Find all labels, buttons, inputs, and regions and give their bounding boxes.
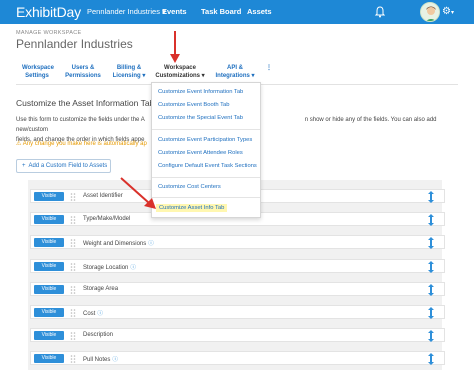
reorder-arrows-icon[interactable] bbox=[427, 261, 435, 273]
info-icon[interactable]: ⓘ bbox=[130, 265, 136, 271]
tab-workspace-customizations[interactable]: Workspace Customizations ▾ bbox=[155, 64, 205, 80]
field-label: Pull Notes ⓘ bbox=[83, 357, 118, 363]
menu-divider bbox=[152, 129, 260, 130]
app-logo[interactable]: ExhibitDay bbox=[16, 4, 81, 20]
drag-handle-icon[interactable] bbox=[70, 332, 76, 340]
field-row: Visible Pull Notes ⓘ bbox=[30, 351, 445, 365]
visibility-toggle[interactable]: Visible bbox=[34, 215, 64, 224]
drag-handle-icon[interactable] bbox=[70, 309, 76, 317]
plus-icon: + bbox=[22, 163, 26, 169]
field-row: Visible Cost ⓘ bbox=[30, 305, 445, 319]
warning-message: ⚠ Any change you make here is automatica… bbox=[16, 141, 147, 147]
menu-item-cost-centers[interactable]: Customize Cost Centers bbox=[158, 184, 221, 190]
section-title: Customize the Asset Information Tab bbox=[16, 98, 155, 108]
reorder-arrows-icon[interactable] bbox=[427, 353, 435, 365]
visibility-toggle[interactable]: Visible bbox=[34, 354, 64, 363]
menu-divider bbox=[152, 177, 260, 178]
visibility-toggle[interactable]: Visible bbox=[34, 308, 64, 317]
top-navbar: ExhibitDay Pennlander Industries ▾ Event… bbox=[0, 0, 474, 24]
visibility-toggle[interactable]: Visible bbox=[34, 192, 64, 201]
page-title: Pennlander Industries bbox=[16, 37, 133, 51]
reorder-arrows-icon[interactable] bbox=[427, 191, 435, 203]
drag-handle-icon[interactable] bbox=[70, 263, 76, 271]
reorder-arrows-icon[interactable] bbox=[427, 330, 435, 342]
visibility-toggle[interactable]: Visible bbox=[34, 238, 64, 247]
field-label: Storage Area bbox=[83, 286, 119, 292]
reorder-arrows-icon[interactable] bbox=[427, 237, 435, 249]
drag-handle-icon[interactable] bbox=[70, 193, 76, 201]
menu-item-event-info-tab[interactable]: Customize Event Information Tab bbox=[158, 89, 243, 95]
add-custom-field-button[interactable]: + Add a Custom Field to Assets bbox=[16, 159, 111, 173]
field-label: Asset Identifier bbox=[83, 193, 123, 199]
field-row: Visible Storage Area bbox=[30, 282, 445, 296]
user-avatar[interactable] bbox=[420, 2, 440, 22]
org-selector-label: Pennlander Industries bbox=[87, 7, 160, 16]
field-label: Type/Make/Model bbox=[83, 216, 131, 222]
tab-users-permissions[interactable]: Users & Permissions bbox=[64, 64, 102, 80]
visibility-toggle[interactable]: Visible bbox=[34, 262, 64, 271]
menu-item-asset-info-tab[interactable]: Customize Asset Info Tab bbox=[156, 204, 228, 212]
tab-api-integrations[interactable]: API & Integrations ▾ bbox=[214, 64, 256, 80]
annotation-arrow-down-icon bbox=[170, 31, 180, 63]
field-label: Storage Location ⓘ bbox=[83, 265, 136, 271]
nav-events[interactable]: Events bbox=[162, 7, 187, 16]
org-selector[interactable]: Pennlander Industries ▾ bbox=[87, 7, 166, 16]
field-label: Cost ⓘ bbox=[83, 311, 103, 317]
drag-handle-icon[interactable] bbox=[70, 286, 76, 294]
field-label: Weight and Dimensions ⓘ bbox=[83, 241, 154, 247]
drag-handle-icon[interactable] bbox=[70, 239, 76, 247]
info-icon[interactable]: ⓘ bbox=[112, 357, 118, 363]
field-row: Visible Description bbox=[30, 328, 445, 342]
nav-assets[interactable]: Assets bbox=[247, 7, 272, 16]
nav-task-board[interactable]: Task Board bbox=[201, 7, 241, 16]
field-row: Visible Weight and Dimensions ⓘ bbox=[30, 235, 445, 249]
breadcrumb: MANAGE WORKSPACE bbox=[16, 30, 82, 36]
reorder-arrows-icon[interactable] bbox=[427, 284, 435, 296]
reorder-arrows-icon[interactable] bbox=[427, 214, 435, 226]
drag-handle-icon[interactable] bbox=[70, 355, 76, 363]
reorder-arrows-icon[interactable] bbox=[427, 307, 435, 319]
tab-workspace-settings[interactable]: Workspace Settings bbox=[22, 64, 54, 80]
visibility-toggle[interactable]: Visible bbox=[34, 331, 64, 340]
warning-icon: ⚠ bbox=[16, 141, 22, 147]
menu-item-special-event-tab[interactable]: Customize the Special Event Tab bbox=[158, 115, 243, 121]
visibility-toggle[interactable]: Visible bbox=[34, 285, 64, 294]
annotation-arrow-diagonal-icon bbox=[120, 177, 156, 209]
drag-handle-icon[interactable] bbox=[70, 216, 76, 224]
customizations-dropdown-menu: Customize Event Information Tab Customiz… bbox=[151, 82, 261, 218]
menu-item-event-booth-tab[interactable]: Customize Event Booth Tab bbox=[158, 102, 229, 108]
field-label: Description bbox=[83, 332, 114, 338]
menu-item-task-sections[interactable]: Configure Default Event Task Sections bbox=[158, 163, 257, 169]
menu-item-participation-types[interactable]: Customize Event Participation Types bbox=[158, 137, 252, 143]
settings-gear-icon[interactable]: ⚙▾ bbox=[442, 6, 454, 17]
info-icon[interactable]: ⓘ bbox=[148, 241, 154, 247]
info-icon[interactable]: ⓘ bbox=[97, 311, 103, 317]
field-row: Visible Storage Location ⓘ bbox=[30, 259, 445, 273]
notification-bell-icon[interactable] bbox=[374, 5, 386, 23]
menu-divider bbox=[152, 197, 260, 198]
more-menu-icon[interactable]: ⋮ bbox=[266, 64, 272, 72]
menu-item-attendee-roles[interactable]: Customize Event Attendee Roles bbox=[158, 150, 243, 156]
tab-billing-licensing[interactable]: Billing & Licensing ▾ bbox=[110, 64, 148, 80]
